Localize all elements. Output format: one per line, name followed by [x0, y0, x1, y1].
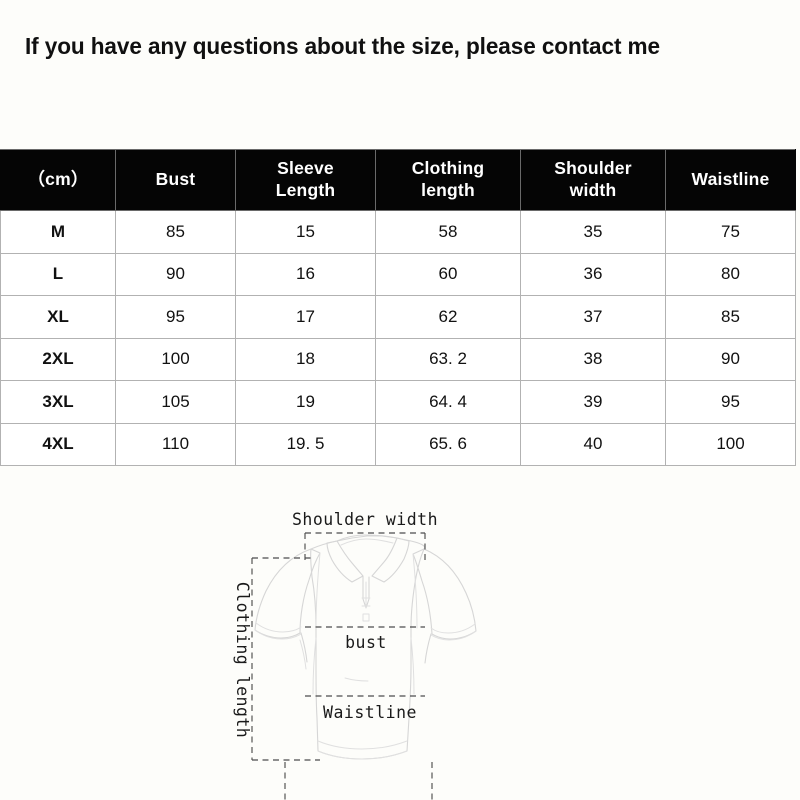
table-header-row: （cm） Bust Sleeve Length Clothing length … [0, 149, 796, 211]
cell-size: 4XL [0, 422, 116, 466]
table-row: 4XL 110 19. 5 65. 6 40 100 [0, 422, 796, 466]
cell-sleeve-length: 19 [235, 380, 376, 424]
cell-waistline: 95 [665, 380, 796, 424]
cell-shoulder-width: 40 [520, 422, 666, 466]
column-header-sleeve-length: Sleeve Length [235, 149, 376, 211]
guide-shoulder-width [304, 532, 426, 560]
column-header-unit-line1: （cm） [27, 169, 89, 190]
column-header-unit: （cm） [0, 149, 116, 211]
column-header-shoulder-width-line1: Shoulder [554, 158, 632, 179]
column-header-clothing-length: Clothing length [375, 149, 521, 211]
cell-bust: 95 [115, 295, 236, 339]
cell-size: 3XL [0, 380, 116, 424]
size-chart-table: （cm） Bust Sleeve Length Clothing length … [0, 149, 796, 466]
guide-clothing-length [251, 557, 320, 761]
cell-clothing-length: 60 [375, 252, 521, 296]
table-row: XL 95 17 62 37 85 [0, 295, 796, 339]
cell-bust: 110 [115, 422, 236, 466]
column-header-sleeve-length-line1: Sleeve [277, 158, 334, 179]
cell-waistline: 90 [665, 337, 796, 381]
cell-shoulder-width: 39 [520, 380, 666, 424]
cell-size: L [0, 252, 116, 296]
cell-size: M [0, 210, 116, 254]
cell-waistline: 80 [665, 252, 796, 296]
cell-size: XL [0, 295, 116, 339]
column-header-shoulder-width-line2: width [569, 180, 617, 200]
cell-bust: 105 [115, 380, 236, 424]
column-header-shoulder-width: Shoulder width [520, 149, 666, 211]
cell-shoulder-width: 35 [520, 210, 666, 254]
column-header-waistline-line1: Waistline [691, 169, 770, 190]
table-row: L 90 16 60 36 80 [0, 252, 796, 296]
cell-sleeve-length: 19. 5 [235, 422, 376, 466]
cell-sleeve-length: 18 [235, 337, 376, 381]
column-header-clothing-length-line1: Clothing [411, 158, 485, 179]
column-header-waistline: Waistline [665, 149, 796, 211]
cell-sleeve-length: 17 [235, 295, 376, 339]
column-header-clothing-length-line2: length [421, 180, 475, 200]
cell-sleeve-length: 16 [235, 252, 376, 296]
cell-clothing-length: 58 [375, 210, 521, 254]
cell-waistline: 85 [665, 295, 796, 339]
cell-shoulder-width: 37 [520, 295, 666, 339]
cell-clothing-length: 64. 4 [375, 380, 521, 424]
diagram-label-shoulder-width: Shoulder width [292, 510, 438, 529]
cell-clothing-length: 62 [375, 295, 521, 339]
cell-bust: 100 [115, 337, 236, 381]
cell-bust: 85 [115, 210, 236, 254]
cell-clothing-length: 65. 6 [375, 422, 521, 466]
cell-shoulder-width: 38 [520, 337, 666, 381]
table-row: M 85 15 58 35 75 [0, 210, 796, 254]
column-header-bust-line1: Bust [155, 169, 196, 190]
diagram-label-bust: bust [345, 633, 387, 652]
guide-hem-ticks [284, 762, 433, 800]
cell-waistline: 75 [665, 210, 796, 254]
cell-bust: 90 [115, 252, 236, 296]
measurement-diagram: Shoulder width bust Waistline Clothing l… [0, 470, 800, 800]
cell-shoulder-width: 36 [520, 252, 666, 296]
column-header-bust: Bust [115, 149, 236, 211]
page-title: If you have any questions about the size… [25, 33, 660, 59]
diagram-label-clothing-length: Clothing length [233, 582, 252, 739]
diagram-label-waistline: Waistline [323, 703, 417, 722]
cell-size: 2XL [0, 337, 116, 381]
cell-sleeve-length: 15 [235, 210, 376, 254]
cell-waistline: 100 [665, 422, 796, 466]
size-chart-table-container: （cm） Bust Sleeve Length Clothing length … [0, 149, 796, 466]
column-header-sleeve-length-line2: Length [275, 180, 336, 200]
table-row: 2XL 100 18 63. 2 38 90 [0, 337, 796, 381]
table-row: 3XL 105 19 64. 4 39 95 [0, 380, 796, 424]
cell-clothing-length: 63. 2 [375, 337, 521, 381]
